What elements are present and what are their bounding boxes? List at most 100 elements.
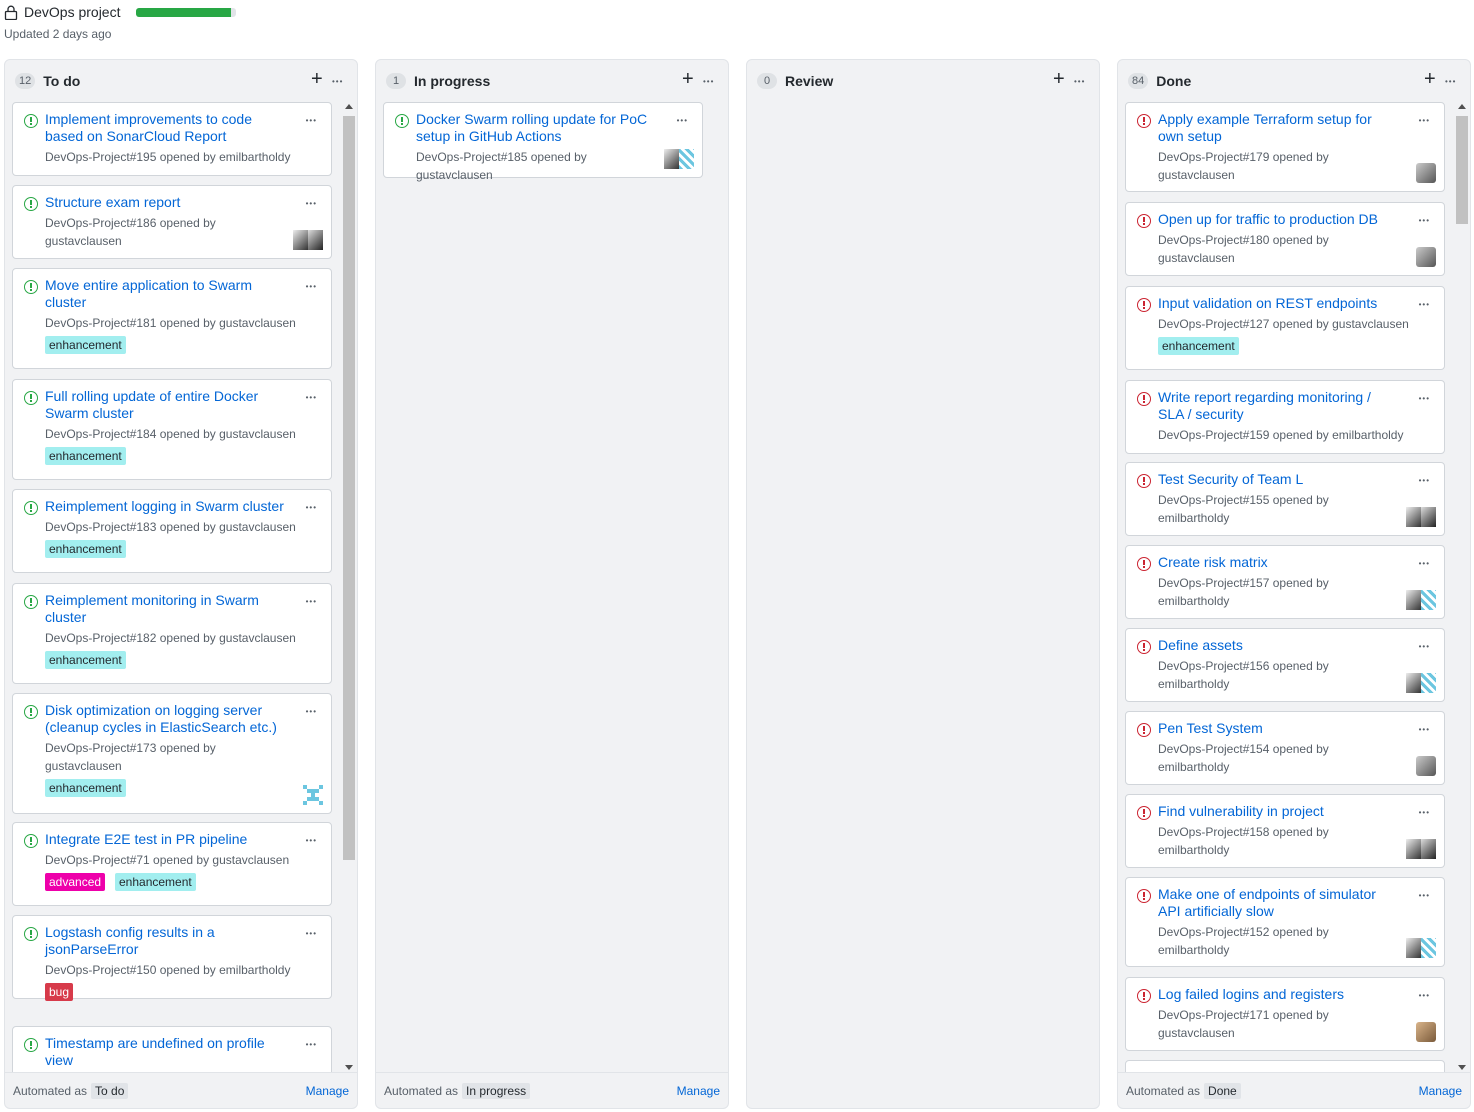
assignee-avatars[interactable] bbox=[1406, 839, 1436, 859]
scrollbar-thumb[interactable] bbox=[343, 116, 355, 860]
issue-title[interactable]: Docker Swarm rolling update for PoC setup… bbox=[416, 111, 666, 145]
card-menu-kebab-icon[interactable]: ••• bbox=[1419, 808, 1430, 817]
label-enhancement[interactable]: enhancement bbox=[1158, 337, 1239, 355]
manage-automation-link[interactable]: Manage bbox=[1419, 1084, 1462, 1098]
project-title[interactable]: DevOps project bbox=[24, 4, 120, 20]
issue-card[interactable]: Implement improvements to code based on S… bbox=[12, 102, 332, 176]
user-avatar[interactable] bbox=[1421, 839, 1436, 859]
label-advanced[interactable]: advanced bbox=[45, 873, 106, 891]
user-avatar[interactable] bbox=[1406, 507, 1421, 527]
user-avatar[interactable] bbox=[1406, 938, 1421, 958]
issue-card[interactable]: Open up for traffic to production DB ••• D… bbox=[1125, 202, 1445, 276]
issue-title[interactable]: Pen Test System bbox=[1158, 720, 1408, 737]
user-avatar[interactable] bbox=[1421, 673, 1436, 693]
issue-card[interactable]: Create risk matrix ••• DevOps-Project#157 … bbox=[1125, 545, 1445, 619]
issue-card[interactable]: Reimplement logging in Swarm cluster ••• D… bbox=[12, 489, 332, 573]
issue-card[interactable]: Pen Test System ••• DevOps-Project#154 ope… bbox=[1125, 711, 1445, 785]
label-bug[interactable]: bug bbox=[45, 983, 74, 1001]
issue-card[interactable]: Write report regarding monitoring / SLA /… bbox=[1125, 380, 1445, 454]
issue-title[interactable]: Integrate E2E test in PR pipeline bbox=[45, 831, 295, 848]
user-avatar[interactable] bbox=[308, 230, 323, 250]
scroll-down-arrow-icon[interactable] bbox=[1458, 1065, 1466, 1070]
card-menu-kebab-icon[interactable]: ••• bbox=[306, 199, 317, 208]
issue-card[interactable]: Input validation on REST endpoints ••• Dev… bbox=[1125, 286, 1445, 370]
label-enhancement[interactable]: enhancement bbox=[45, 779, 126, 797]
card-menu-kebab-icon[interactable]: ••• bbox=[306, 1040, 317, 1049]
add-card-plus-icon[interactable]: + bbox=[1424, 68, 1436, 91]
issue-card[interactable]: Move entire application to Swarm cluster •… bbox=[12, 268, 332, 369]
user-avatar[interactable] bbox=[1416, 1022, 1436, 1042]
manage-automation-link[interactable]: Manage bbox=[306, 1084, 349, 1098]
issue-title[interactable]: Create risk matrix bbox=[1158, 554, 1408, 571]
user-avatar[interactable] bbox=[1421, 590, 1436, 610]
user-avatar[interactable] bbox=[293, 230, 308, 250]
issue-card[interactable]: Apply example Terraform setup for own set… bbox=[1125, 102, 1445, 192]
card-menu-kebab-icon[interactable]: ••• bbox=[306, 116, 317, 125]
card-list-scrollbar[interactable] bbox=[1456, 102, 1469, 1072]
card-menu-kebab-icon[interactable]: ••• bbox=[306, 503, 317, 512]
card-menu-kebab-icon[interactable]: ••• bbox=[1419, 476, 1430, 485]
user-avatar[interactable] bbox=[1406, 673, 1421, 693]
user-avatar[interactable] bbox=[679, 149, 694, 169]
issue-title[interactable]: Write report regarding monitoring / SLA /… bbox=[1158, 389, 1408, 423]
user-avatar[interactable] bbox=[664, 149, 679, 169]
issue-title[interactable]: Log failed logins and registers bbox=[1158, 986, 1408, 1003]
issue-card[interactable]: Integrate E2E test in PR pipeline ••• DevO… bbox=[12, 822, 332, 906]
assignee-avatars[interactable] bbox=[1406, 507, 1436, 527]
user-avatar[interactable] bbox=[1416, 163, 1436, 183]
user-avatar[interactable] bbox=[1406, 590, 1421, 610]
issue-title[interactable]: Test Security of Team L bbox=[1158, 471, 1408, 488]
card-menu-kebab-icon[interactable]: ••• bbox=[1419, 300, 1430, 309]
card-menu-kebab-icon[interactable]: ••• bbox=[306, 836, 317, 845]
scroll-up-arrow-icon[interactable] bbox=[1458, 104, 1466, 109]
scrollbar-thumb[interactable] bbox=[1456, 116, 1468, 224]
card-menu-kebab-icon[interactable]: ••• bbox=[1419, 216, 1430, 225]
card-menu-kebab-icon[interactable]: ••• bbox=[306, 393, 317, 402]
assignee-avatars[interactable] bbox=[664, 149, 694, 169]
column-menu-kebab-icon[interactable]: ••• bbox=[332, 77, 343, 86]
issue-title[interactable]: Make one of endpoints of simulator API ar… bbox=[1158, 886, 1408, 920]
user-avatar[interactable] bbox=[1421, 507, 1436, 527]
scroll-up-arrow-icon[interactable] bbox=[345, 104, 353, 109]
issue-title[interactable]: Structure exam report bbox=[45, 194, 295, 211]
label-enhancement[interactable]: enhancement bbox=[115, 873, 196, 891]
issue-card[interactable]: Structure exam report ••• DevOps-Project#1… bbox=[12, 185, 332, 259]
column-menu-kebab-icon[interactable]: ••• bbox=[703, 77, 714, 86]
card-menu-kebab-icon[interactable]: ••• bbox=[1419, 725, 1430, 734]
add-card-plus-icon[interactable]: + bbox=[311, 68, 323, 91]
issue-title[interactable]: Find vulnerability in project bbox=[1158, 803, 1408, 820]
card-list-scrollbar[interactable] bbox=[343, 102, 356, 1072]
card-menu-kebab-icon[interactable]: ••• bbox=[1419, 891, 1430, 900]
issue-title[interactable]: Open up for traffic to production DB bbox=[1158, 211, 1408, 228]
user-avatar[interactable] bbox=[1406, 839, 1421, 859]
issue-card[interactable]: Make one of endpoints of simulator API ar… bbox=[1125, 877, 1445, 967]
assignee-avatars[interactable] bbox=[1406, 938, 1436, 958]
user-avatar[interactable] bbox=[1416, 756, 1436, 776]
manage-automation-link[interactable]: Manage bbox=[677, 1084, 720, 1098]
column-menu-kebab-icon[interactable]: ••• bbox=[1445, 77, 1456, 86]
label-enhancement[interactable]: enhancement bbox=[45, 336, 126, 354]
label-enhancement[interactable]: enhancement bbox=[45, 540, 126, 558]
column-menu-kebab-icon[interactable]: ••• bbox=[1074, 77, 1085, 86]
card-menu-kebab-icon[interactable]: ••• bbox=[1419, 991, 1430, 1000]
card-menu-kebab-icon[interactable]: ••• bbox=[677, 116, 688, 125]
issue-title[interactable]: Input validation on REST endpoints bbox=[1158, 295, 1408, 312]
card-menu-kebab-icon[interactable]: ••• bbox=[1419, 116, 1430, 125]
card-menu-kebab-icon[interactable]: ••• bbox=[1419, 394, 1430, 403]
issue-title[interactable]: Logstash config results in a jsonParseErr… bbox=[45, 924, 295, 958]
scroll-down-arrow-icon[interactable] bbox=[345, 1065, 353, 1070]
issue-title[interactable]: Define assets bbox=[1158, 637, 1408, 654]
identicon-avatar[interactable] bbox=[303, 785, 323, 805]
issue-card[interactable]: Define assets ••• DevOps-Project#156 opene… bbox=[1125, 628, 1445, 702]
issue-title[interactable]: Apply example Terraform setup for own set… bbox=[1158, 111, 1408, 145]
assignee-avatars[interactable] bbox=[293, 230, 323, 250]
issue-title[interactable]: Reimplement monitoring in Swarm cluster bbox=[45, 592, 295, 626]
card-menu-kebab-icon[interactable]: ••• bbox=[306, 929, 317, 938]
issue-title[interactable]: Timestamp are undefined on profile view bbox=[45, 1035, 295, 1069]
issue-title[interactable]: Disk optimization on logging server (clea… bbox=[45, 702, 295, 736]
issue-card[interactable]: Docker Swarm rolling update for PoC setup… bbox=[383, 102, 703, 182]
label-enhancement[interactable]: enhancement bbox=[45, 447, 126, 465]
assignee-avatars[interactable] bbox=[1406, 673, 1436, 693]
label-enhancement[interactable]: enhancement bbox=[45, 651, 126, 669]
issue-card[interactable]: Full rolling update of entire Docker Swar… bbox=[12, 379, 332, 480]
